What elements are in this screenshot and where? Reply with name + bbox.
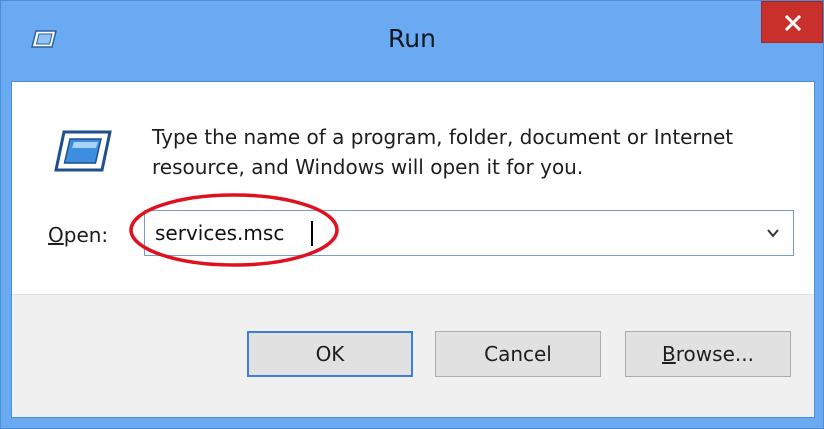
cancel-button[interactable]: Cancel	[435, 331, 601, 377]
open-label-text: pen:	[63, 223, 109, 247]
button-bar: OK Cancel Browse...	[12, 294, 814, 417]
browse-label: rowse...	[675, 342, 754, 366]
close-icon	[784, 14, 802, 32]
dialog-body: Type the name of a program, folder, docu…	[12, 82, 814, 294]
open-combobox[interactable]	[144, 210, 794, 256]
title-bar[interactable]: Run	[1, 1, 823, 81]
open-input[interactable]	[155, 218, 735, 248]
window-title: Run	[388, 24, 436, 53]
browse-button[interactable]: Browse...	[625, 331, 791, 377]
ok-button[interactable]: OK	[247, 331, 413, 377]
close-button[interactable]	[761, 1, 823, 43]
open-label: Open:	[48, 223, 108, 247]
browse-accelerator: B	[662, 342, 676, 366]
open-label-accelerator: O	[48, 223, 64, 247]
description-text: Type the name of a program, folder, docu…	[152, 125, 734, 179]
chevron-down-icon[interactable]	[765, 225, 781, 241]
text-caret	[311, 221, 313, 246]
run-dialog-window: Run Type the name of a program, folder, …	[0, 0, 824, 429]
run-icon	[52, 126, 114, 176]
dialog-client-area: Type the name of a program, folder, docu…	[11, 81, 815, 418]
